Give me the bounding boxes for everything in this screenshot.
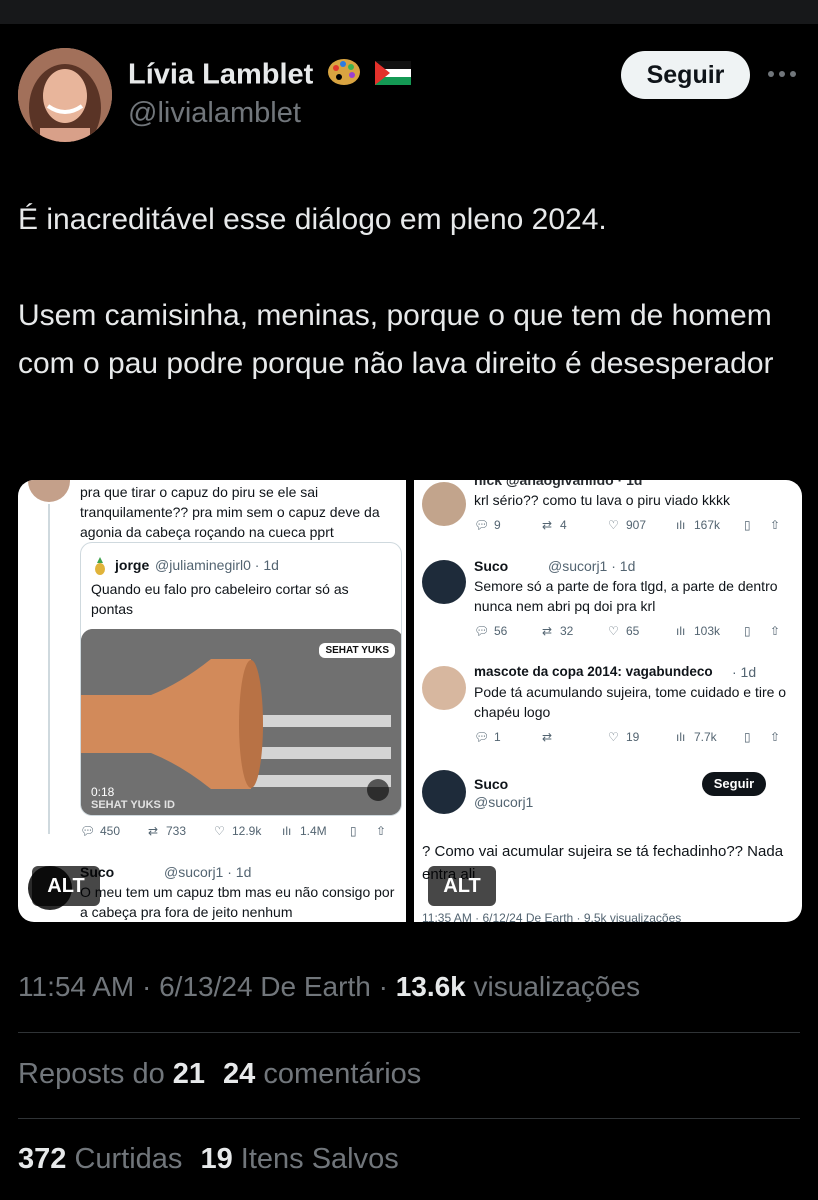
views-icon[interactable]: ılı <box>282 824 291 838</box>
status-bar <box>0 0 818 24</box>
reply-text: Pode tá acumulando sujeira, tome cuidado… <box>474 684 787 720</box>
post-actions: 💬︎ 450 ⇄ 733 ♡ 12.9k ılı 1.4M ▯ ⇧ <box>80 822 400 842</box>
author-handle[interactable]: @livialamblet <box>128 97 301 130</box>
tweet-paragraph: Usem camisinha, meninas, porque o que te… <box>18 299 774 380</box>
alt-badge[interactable]: ALT <box>428 866 496 906</box>
reply-text: O meu tem um capuz tbm mas eu não consig… <box>80 884 395 920</box>
tweet-meta: 11:54 AM · 6/13/24 De Earth · 13.6k visu… <box>18 971 641 1002</box>
views-count: 13.6k <box>395 971 466 1002</box>
video-thumbnail[interactable]: SEHAT YUKS 0:18 SEHAT YUKS ID <box>81 629 401 815</box>
pineapple-icon <box>91 557 109 575</box>
tweet-header: Lívia Lamblet @livialamblet Seguir <box>0 24 818 174</box>
quote-text: Quando eu falo pro cabeleiro cortar só a… <box>91 581 349 617</box>
reply-author-handle: @sucorj1 · 1d <box>164 864 252 880</box>
main-author-name: Suco <box>474 776 509 792</box>
reply-count: 450 <box>100 824 121 838</box>
repost-comment-stats[interactable]: Reposts do 21 24 comentários <box>18 1058 421 1091</box>
post-actions: 💬︎ 56 ⇄ 32 ♡ 65 ılı 103k ▯ ⇧ <box>474 624 781 638</box>
avatar[interactable] <box>18 48 112 142</box>
author-name[interactable]: Lívia Lamblet <box>128 57 412 95</box>
avatar <box>28 480 70 502</box>
like-save-stats[interactable]: 372 Curtidas 19 Itens Salvos <box>18 1143 399 1176</box>
thread-line <box>48 504 50 834</box>
main-meta: 11:35 AM · 6/12/24 De Earth · 9.5k visua… <box>422 911 682 922</box>
mute-icon[interactable] <box>367 779 389 801</box>
video-badge: SEHAT YUKS <box>319 643 395 658</box>
reply-author-handle: · 1d <box>732 664 757 680</box>
post-text: pra que tirar o capuz do piru se ele sai… <box>80 484 380 540</box>
tweet-text: É inacreditável esse diálogo em pleno 20… <box>18 196 808 388</box>
video-watermark: SEHAT YUKS ID <box>91 799 175 811</box>
reply-author-handle: @sucorj1 · 1d <box>548 558 636 574</box>
like-icon[interactable]: ♡ <box>214 824 225 838</box>
views-count: 1.4M <box>300 824 327 838</box>
reply-icon[interactable]: 💬︎ <box>80 824 95 838</box>
share-icon[interactable]: ⇧ <box>376 824 386 838</box>
reply-author-name: mascote da copa 2014: vagabundeco <box>474 664 713 679</box>
palette-icon <box>327 57 361 95</box>
like-count: 12.9k <box>232 824 262 838</box>
divider <box>18 1118 800 1119</box>
quoted-post: jorge @juliaminegirl0 · 1d Quando eu fal… <box>80 542 402 816</box>
repost-count: 733 <box>166 824 187 838</box>
cut-author: nick @anaogivanildo · 1d <box>474 480 643 488</box>
avatar <box>422 770 466 814</box>
post-actions: 💬︎ 1 ⇄ ♡ 19 ılı 7.7k ▯ ⇧ <box>474 730 781 744</box>
media-image-right[interactable]: nick @anaogivanildo · 1d krl sério?? com… <box>414 480 802 922</box>
video-time: 0:18 <box>91 785 115 799</box>
follow-button[interactable]: Seguir <box>702 772 766 796</box>
media-grid: pra que tirar o capuz do piru se ele sai… <box>18 480 802 922</box>
reply-author-name: Suco <box>474 558 509 574</box>
alt-badge[interactable]: ALT <box>32 866 100 906</box>
bookmark-icon[interactable]: ▯ <box>350 824 357 838</box>
divider <box>18 1032 800 1033</box>
palestine-flag-icon <box>375 60 412 93</box>
reply-text: Semore só a parte de fora tlgd, a parte … <box>474 578 778 614</box>
post-text: krl sério?? como tu lava o piru viado kk… <box>474 492 730 508</box>
avatar <box>422 560 466 604</box>
follow-button[interactable]: Seguir <box>621 51 750 99</box>
avatar <box>422 666 466 710</box>
media-image-left[interactable]: pra que tirar o capuz do piru se ele sai… <box>18 480 406 922</box>
main-author-handle: @sucorj1 <box>474 794 534 810</box>
more-options-icon[interactable] <box>768 66 798 82</box>
quote-author-name: jorge <box>115 557 150 573</box>
post-actions: 💬︎ 9 ⇄ 4 ♡ 907 ılı 167k ▯ ⇧ <box>474 518 781 532</box>
quote-author-handle: @juliaminegirl0 · 1d <box>155 557 279 573</box>
repost-icon[interactable]: ⇄ <box>148 824 158 838</box>
avatar <box>422 482 466 526</box>
tweet-paragraph: É inacreditável esse diálogo em pleno 20… <box>18 203 607 236</box>
